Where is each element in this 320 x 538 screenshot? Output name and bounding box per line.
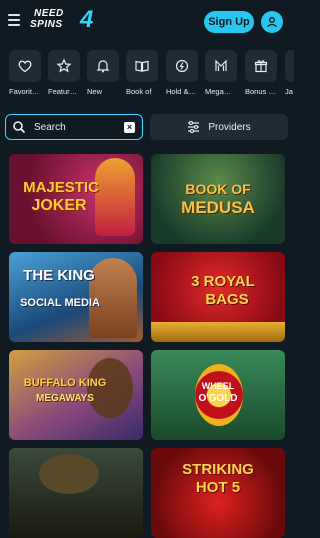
category-tile	[9, 50, 41, 82]
category-label: New	[87, 87, 103, 96]
category-carousel[interactable]: Favorit… Featur… New Book of Hold &… Meg…	[0, 50, 294, 102]
logo-number: 4	[80, 6, 94, 33]
coin-icon	[175, 59, 189, 73]
category-tile	[166, 50, 198, 82]
category-tile	[245, 50, 277, 82]
game-title-line1: MAJESTIC	[23, 179, 99, 196]
game-tile-majestic-joker[interactable]: MAJESTIC JOKER	[9, 154, 143, 244]
category-favorites[interactable]: Favorit…	[9, 50, 49, 96]
game-tile-3-royal-bags[interactable]: 3 ROYAL BAGS	[151, 252, 285, 342]
category-label: Ja	[285, 87, 293, 96]
star-icon	[56, 58, 72, 73]
search-icon	[13, 121, 26, 134]
game-title-line2: JOKER	[31, 197, 87, 214]
jackpot-icon	[293, 58, 294, 74]
user-icon	[267, 17, 277, 28]
category-new[interactable]: New	[87, 50, 127, 96]
category-label: Favorit…	[9, 87, 40, 96]
game-tile-book-of-medusa[interactable]: BOOK OF MEDUSA	[151, 154, 285, 244]
sliders-icon	[188, 121, 200, 133]
category-featured[interactable]: Featur…	[48, 50, 88, 96]
category-tile	[48, 50, 80, 82]
gift-icon	[254, 60, 268, 73]
book-icon	[135, 60, 149, 72]
game-title-line2: HOT 5	[195, 479, 241, 496]
game-title-line2: BAGS	[205, 291, 249, 308]
game-title-line1: BUFFALO KING	[23, 377, 107, 389]
category-label: Bonus …	[245, 87, 276, 96]
game-tile-king-social-media[interactable]: THE KING SOCIAL MEDIA	[9, 252, 143, 342]
game-title-line1: 3 ROYAL	[191, 273, 255, 290]
game-title-line2: SOCIAL MEDIA	[20, 297, 100, 309]
providers-button[interactable]: Providers	[150, 114, 288, 140]
game-art	[151, 322, 285, 342]
category-label: Mega…	[205, 87, 232, 96]
category-book-of[interactable]: Book of	[126, 50, 166, 96]
game-title-line1: STRIKING	[182, 461, 254, 478]
hamburger-menu-icon[interactable]	[8, 14, 20, 26]
category-tile	[126, 50, 158, 82]
game-title-line1: THE KING	[23, 267, 95, 284]
top-bar: NEED SPINS 4 Sign Up	[0, 0, 294, 42]
category-label: Book of	[126, 87, 152, 96]
game-title-line2: MEDUSA	[181, 198, 255, 217]
category-megaways[interactable]: Mega…	[205, 50, 245, 96]
category-label: Hold &…	[166, 87, 197, 96]
game-art	[39, 454, 99, 494]
close-icon[interactable]: ×	[124, 122, 135, 133]
category-hold-and-win[interactable]: Hold &…	[166, 50, 206, 96]
category-jackpot[interactable]: Ja	[285, 50, 294, 96]
category-tile	[87, 50, 119, 82]
game-tile-wheel-o-gold[interactable]: WHEEL O'GOLD	[151, 350, 285, 440]
game-tile-striking-hot[interactable]: STRIKING HOT 5	[151, 448, 285, 538]
category-label: Featur…	[48, 87, 78, 96]
game-tile-partial-left[interactable]	[9, 448, 143, 538]
game-grid: MAJESTIC JOKER BOOK OF MEDUSA THE KING S…	[0, 154, 294, 538]
game-title-line1: WHEEL	[201, 381, 235, 391]
game-tile-buffalo-king-megaways[interactable]: BUFFALO KING MEGAWAYS	[9, 350, 143, 440]
providers-label: Providers	[208, 121, 251, 133]
logo-text-bottom: SPINS	[30, 19, 63, 30]
category-bonus-buy[interactable]: Bonus …	[245, 50, 285, 96]
bell-icon	[96, 60, 110, 73]
game-title-line2: O'GOLD	[198, 393, 238, 404]
search-placeholder: Search	[34, 121, 66, 133]
heart-icon	[18, 60, 32, 73]
site-logo[interactable]: NEED SPINS 4	[30, 6, 100, 34]
search-input[interactable]: Search ×	[5, 114, 143, 140]
game-title-line1: BOOK OF	[185, 181, 251, 197]
category-tile	[205, 50, 237, 82]
game-title-line2: MEGAWAYS	[36, 393, 94, 404]
game-art	[95, 158, 135, 236]
account-button[interactable]	[261, 11, 283, 33]
logo-text-top: NEED	[34, 8, 64, 19]
mega-icon	[215, 59, 227, 71]
sign-up-button[interactable]: Sign Up	[204, 11, 254, 33]
category-tile	[285, 50, 294, 82]
